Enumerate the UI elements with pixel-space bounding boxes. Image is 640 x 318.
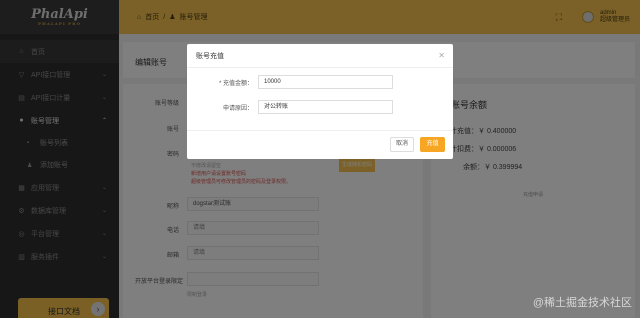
- reason-input[interactable]: 对公转账: [258, 100, 393, 114]
- amount-input[interactable]: 10000: [258, 75, 393, 89]
- cancel-button[interactable]: 取消: [390, 137, 414, 152]
- close-icon[interactable]: ✕: [438, 51, 445, 60]
- amount-label: * 充值金额：: [218, 81, 253, 87]
- modal-header: 账号充值 ✕: [187, 44, 453, 68]
- recharge-modal: 账号充值 ✕ * 充值金额： 10000 申请原因： 对公转账 取消 充值: [187, 44, 453, 159]
- modal-title: 账号充值: [196, 52, 224, 60]
- watermark: @稀土掘金技术社区: [532, 297, 632, 309]
- reason-label: 申请原因：: [222, 106, 253, 112]
- modal-divider: [187, 130, 453, 131]
- recharge-button[interactable]: 充值: [420, 137, 445, 152]
